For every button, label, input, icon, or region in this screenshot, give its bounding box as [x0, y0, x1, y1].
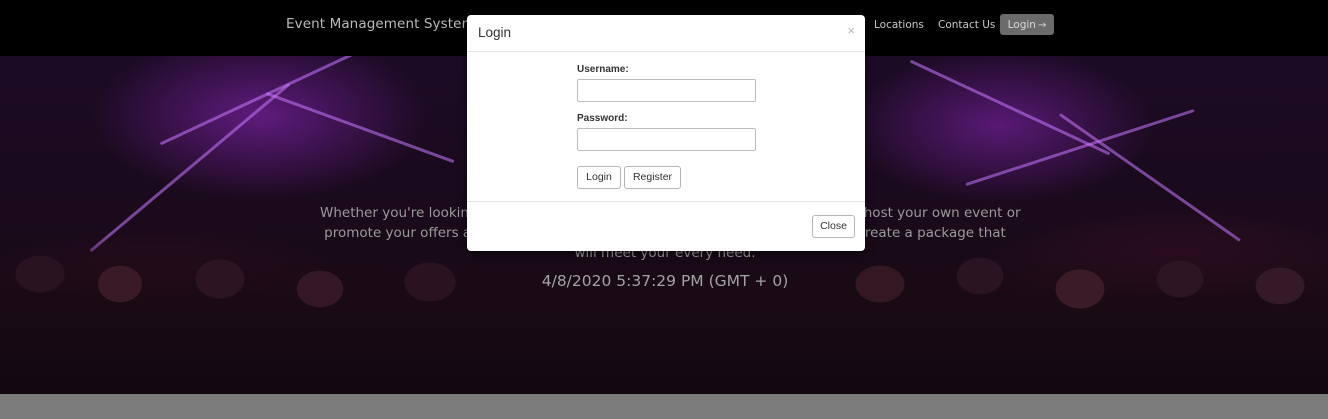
current-datetime: 4/8/2020 5:37:29 PM (GMT + 0) — [541, 272, 789, 290]
nav-login-button[interactable]: Login → — [1000, 14, 1054, 35]
light-beam — [265, 91, 455, 164]
login-modal: Login × Username: Password: Login Regist… — [467, 15, 865, 251]
register-button[interactable]: Register — [624, 166, 681, 189]
modal-footer: Close — [467, 201, 865, 251]
modal-title: Login — [478, 25, 512, 40]
modal-header: Login × — [467, 15, 865, 52]
nav-login-label: Login — [1007, 19, 1036, 31]
light-beam — [159, 56, 361, 146]
close-icon[interactable]: × — [847, 23, 855, 38]
brand-link[interactable]: Event Management Systems — [286, 16, 482, 32]
light-beam — [1059, 113, 1241, 242]
nav-link-locations[interactable]: Locations — [874, 19, 924, 31]
light-beam — [909, 59, 1111, 156]
password-label: Password: — [577, 113, 628, 124]
footer-bar — [0, 394, 1328, 419]
sign-in-icon: → — [1037, 20, 1047, 31]
nav-link-contact-us[interactable]: Contact Us — [938, 19, 995, 31]
username-input[interactable] — [577, 79, 756, 102]
login-button[interactable]: Login — [577, 166, 621, 189]
password-input[interactable] — [577, 128, 756, 151]
light-beam — [89, 82, 291, 253]
close-button[interactable]: Close — [812, 215, 855, 238]
username-label: Username: — [577, 64, 629, 75]
light-beam — [965, 108, 1195, 187]
